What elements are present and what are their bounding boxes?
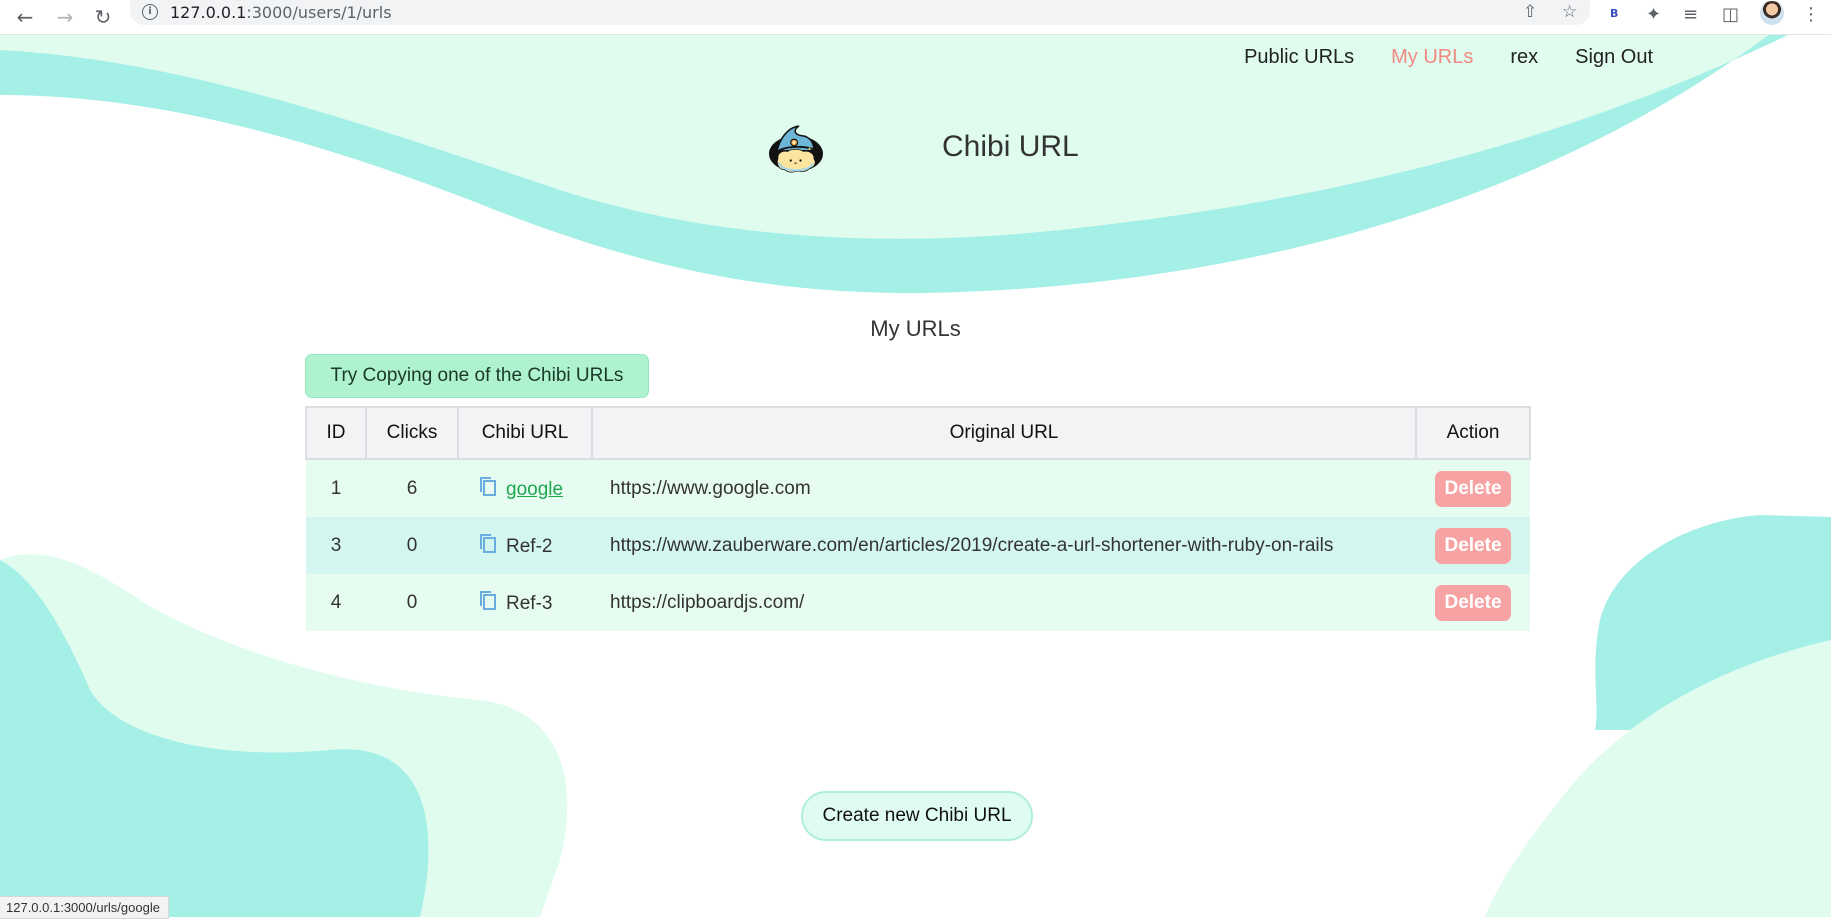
main-nav: Public URLs My URLs rex Sign Out [1244, 46, 1653, 69]
copy-icon[interactable] [478, 476, 498, 498]
urls-table: ID Clicks Chibi URL Original URL Action … [305, 406, 1531, 631]
delete-button[interactable]: Delete [1435, 527, 1511, 564]
row-clicks: 0 [366, 574, 458, 631]
table-row: 3 0 Ref-2 https://www.zauberware.com/en/… [306, 517, 1530, 574]
delete-button[interactable]: Delete [1435, 584, 1511, 621]
row-clicks: 6 [366, 459, 458, 517]
page-title: My URLs [870, 316, 961, 341]
address-bar[interactable]: i 127.0.0.1:3000/users/1/urls ⇧ ☆ [130, 0, 1590, 25]
chibi-url-link[interactable]: Ref-3 [506, 593, 552, 614]
table-row: 4 0 Ref-3 https://clipboardjs.com/ Delet… [306, 574, 1530, 631]
row-chibi-cell: Ref-3 [458, 574, 592, 631]
row-id: 4 [306, 574, 366, 631]
back-icon[interactable]: ← [12, 4, 38, 30]
col-original-url: Original URL [591, 406, 1417, 460]
nav-sign-out[interactable]: Sign Out [1575, 46, 1653, 69]
extension-badge-icon[interactable]: B [1610, 7, 1618, 20]
copy-hint-notice: Try Copying one of the Chibi URLs [305, 354, 649, 398]
row-id: 1 [306, 459, 366, 517]
link-status-bar: 127.0.0.1:3000/urls/google [0, 896, 169, 919]
extensions-puzzle-icon[interactable]: ✦ [1646, 4, 1661, 25]
copy-icon[interactable] [478, 533, 498, 555]
bookmark-star-icon[interactable]: ☆ [1562, 2, 1577, 22]
row-chibi-cell: google [458, 459, 592, 517]
copy-icon[interactable] [478, 590, 498, 612]
create-chibi-url-button[interactable]: Create new Chibi URL [801, 791, 1033, 841]
forward-icon[interactable]: → [52, 4, 78, 30]
share-icon[interactable]: ⇧ [1523, 2, 1537, 22]
col-clicks: Clicks [365, 406, 459, 460]
nav-my-urls[interactable]: My URLs [1391, 46, 1473, 69]
nav-public-urls[interactable]: Public URLs [1244, 46, 1354, 69]
address-url: 127.0.0.1:3000/users/1/urls [170, 3, 392, 22]
browser-menu-icon[interactable]: ⋮ [1802, 4, 1820, 25]
row-original-url: https://clipboardjs.com/ [592, 574, 1416, 631]
row-action: Delete [1416, 574, 1530, 631]
browser-toolbar: ← → ↻ i 127.0.0.1:3000/users/1/urls ⇧ ☆ … [0, 0, 1831, 35]
row-action: Delete [1416, 517, 1530, 574]
col-chibi-url: Chibi URL [457, 406, 593, 460]
row-clicks: 0 [366, 517, 458, 574]
site-info-icon[interactable]: i [142, 4, 158, 20]
row-original-url: https://www.google.com [592, 459, 1416, 517]
reload-icon[interactable]: ↻ [90, 4, 116, 30]
row-id: 3 [306, 517, 366, 574]
delete-button[interactable]: Delete [1435, 470, 1511, 507]
col-action: Action [1415, 406, 1531, 460]
table-header-row: ID Clicks Chibi URL Original URL Action [305, 406, 1531, 460]
reading-list-icon[interactable]: ≡ [1683, 4, 1698, 25]
chibi-wizard-logo[interactable] [766, 80, 931, 220]
row-original-url: https://www.zauberware.com/en/articles/2… [592, 517, 1416, 574]
row-chibi-cell: Ref-2 [458, 517, 592, 574]
table-row: 1 6 google https://www.google.com Delete [306, 459, 1530, 517]
profile-avatar[interactable] [1760, 1, 1784, 25]
chibi-url-link[interactable]: google [506, 479, 563, 500]
col-id: ID [305, 406, 367, 460]
chibi-url-link[interactable]: Ref-2 [506, 536, 552, 557]
row-action: Delete [1416, 459, 1530, 517]
brand-title: Chibi URL [942, 130, 1079, 163]
side-panel-icon[interactable]: ◫ [1722, 4, 1739, 25]
nav-user[interactable]: rex [1510, 46, 1538, 69]
